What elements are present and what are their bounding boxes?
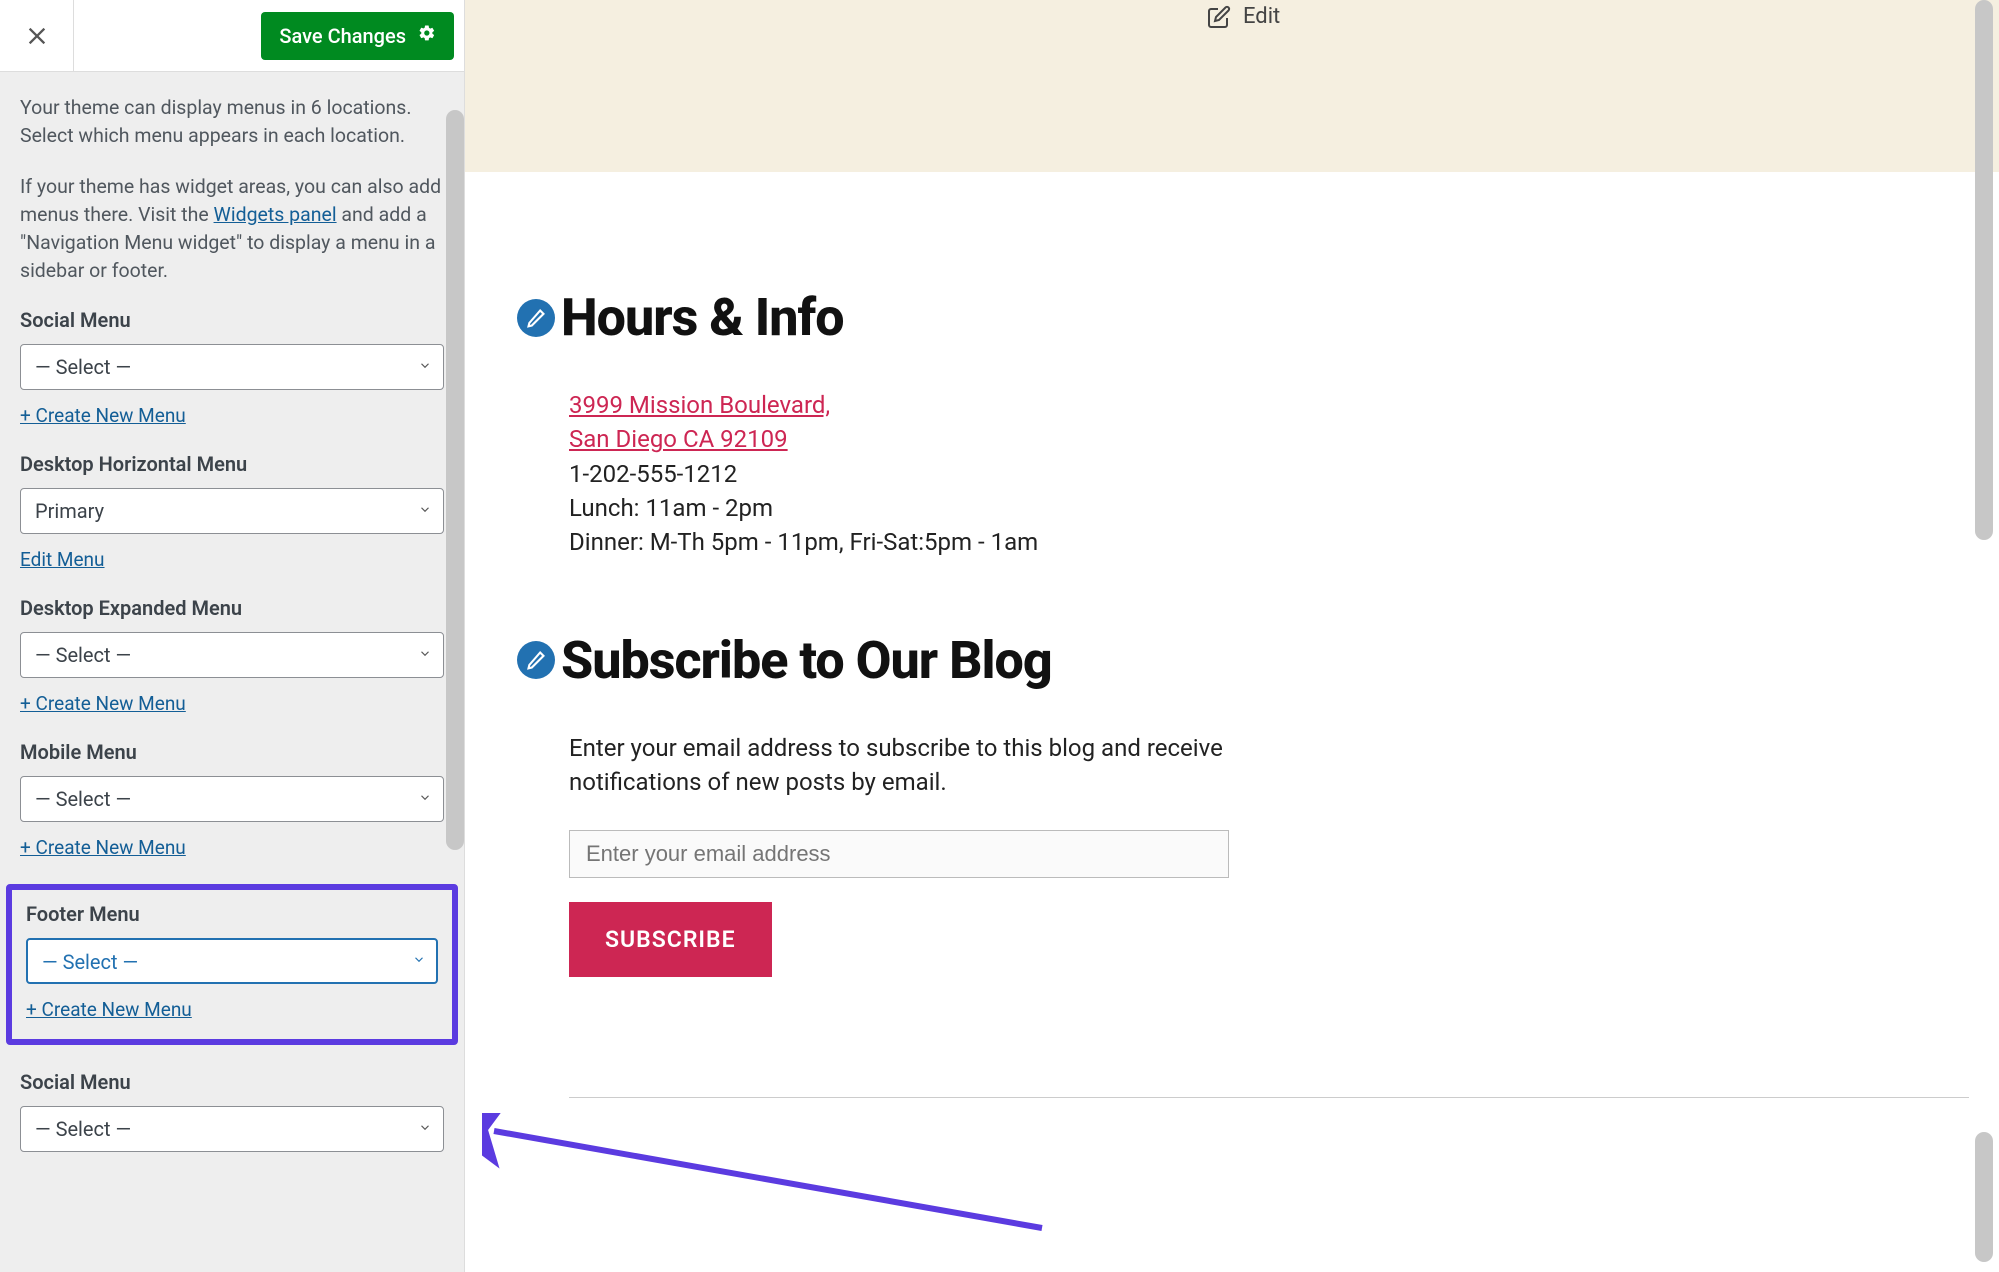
preview-header-region: Edit (465, 0, 1999, 172)
select-desktop-expanded[interactable]: — Select — (20, 632, 444, 678)
create-new-menu-link[interactable]: + Create New Menu (26, 998, 192, 1021)
widgets-panel-link[interactable]: Widgets panel (214, 203, 337, 226)
menu-section-footer-highlighted: Footer Menu — Select — + Create New Menu (6, 884, 458, 1045)
hours-info-content: 3999 Mission Boulevard,San Diego CA 9210… (569, 388, 1999, 560)
menu-section-social-2: Social Menu — Select — (20, 1070, 444, 1152)
lunch-text: Lunch: 11am - 2pm (569, 494, 773, 522)
menu-label: Desktop Expanded Menu (20, 596, 444, 620)
save-label: Save Changes (279, 24, 406, 48)
menu-label: Footer Menu (26, 902, 438, 926)
close-icon (26, 25, 48, 47)
hours-info-heading-row: Hours & Info (517, 287, 1999, 348)
address-link[interactable]: 3999 Mission Boulevard,San Diego CA 9210… (569, 391, 830, 453)
preview-content: Hours & Info 3999 Mission Boulevard,San … (465, 172, 1999, 1098)
menu-section-desktop-horizontal: Desktop Horizontal Menu Primary Edit Men… (20, 452, 444, 571)
pencil-icon (526, 650, 546, 670)
subscribe-heading-row: Subscribe to Our Blog (517, 630, 1999, 691)
select-social-menu[interactable]: — Select — (20, 344, 444, 390)
dinner-text: Dinner: M-Th 5pm - 11pm, Fri-Sat:5pm - 1… (569, 528, 1038, 556)
phone-text: 1-202-555-1212 (569, 460, 737, 488)
select-mobile-menu[interactable]: — Select — (20, 776, 444, 822)
close-button[interactable] (0, 0, 74, 72)
widget-text: If your theme has widget areas, you can … (20, 173, 444, 286)
select-wrap: — Select — (20, 632, 444, 678)
select-wrap: — Select — (20, 776, 444, 822)
edit-widget-button[interactable] (517, 641, 555, 679)
menu-label: Desktop Horizontal Menu (20, 452, 444, 476)
email-input[interactable] (569, 830, 1229, 878)
edit-menu-shortcut[interactable]: Edit (1207, 4, 1280, 29)
sidebar-header: Save Changes (0, 0, 464, 72)
create-new-menu-link[interactable]: + Create New Menu (20, 836, 186, 859)
customizer-sidebar: Save Changes Your theme can display menu… (0, 0, 465, 1272)
create-new-menu-link[interactable]: + Create New Menu (20, 404, 186, 427)
menu-section-social: Social Menu — Select — + Create New Menu (20, 308, 444, 427)
select-social-menu-2[interactable]: — Select — (20, 1106, 444, 1152)
select-footer-menu[interactable]: — Select — (26, 938, 438, 984)
menu-section-desktop-expanded: Desktop Expanded Menu — Select — + Creat… (20, 596, 444, 715)
select-wrap: — Select — (26, 938, 438, 984)
preview-scrollbar-bottom[interactable] (1975, 1132, 1993, 1262)
subscribe-button[interactable]: SUBSCRIBE (569, 902, 772, 977)
edit-widget-button[interactable] (517, 299, 555, 337)
edit-menu-link[interactable]: Edit Menu (20, 548, 105, 571)
select-wrap: — Select — (20, 344, 444, 390)
hours-info-heading: Hours & Info (561, 287, 844, 348)
gear-icon (418, 24, 436, 47)
preview-scrollbar[interactable] (1975, 0, 1993, 540)
preview-pane: Edit Hours & Info 3999 Mission Boulevard… (465, 0, 1999, 1272)
menu-section-mobile: Mobile Menu — Select — + Create New Menu (20, 740, 444, 859)
edit-icon (1207, 5, 1231, 29)
menu-label: Social Menu (20, 308, 444, 332)
subscribe-description: Enter your email address to subscribe to… (569, 731, 1249, 801)
subscribe-heading: Subscribe to Our Blog (561, 630, 1052, 691)
intro-text: Your theme can display menus in 6 locati… (20, 94, 444, 151)
edit-label: Edit (1243, 4, 1280, 29)
pencil-icon (526, 308, 546, 328)
select-wrap: — Select — (20, 1106, 444, 1152)
select-wrap: Primary (20, 488, 444, 534)
divider (569, 1097, 1969, 1098)
menu-label: Mobile Menu (20, 740, 444, 764)
create-new-menu-link[interactable]: + Create New Menu (20, 692, 186, 715)
select-desktop-horizontal[interactable]: Primary (20, 488, 444, 534)
sidebar-body: Your theme can display menus in 6 locati… (0, 72, 464, 1272)
save-changes-button[interactable]: Save Changes (261, 12, 454, 60)
menu-label: Social Menu (20, 1070, 444, 1094)
sidebar-scrollbar[interactable] (446, 110, 464, 850)
